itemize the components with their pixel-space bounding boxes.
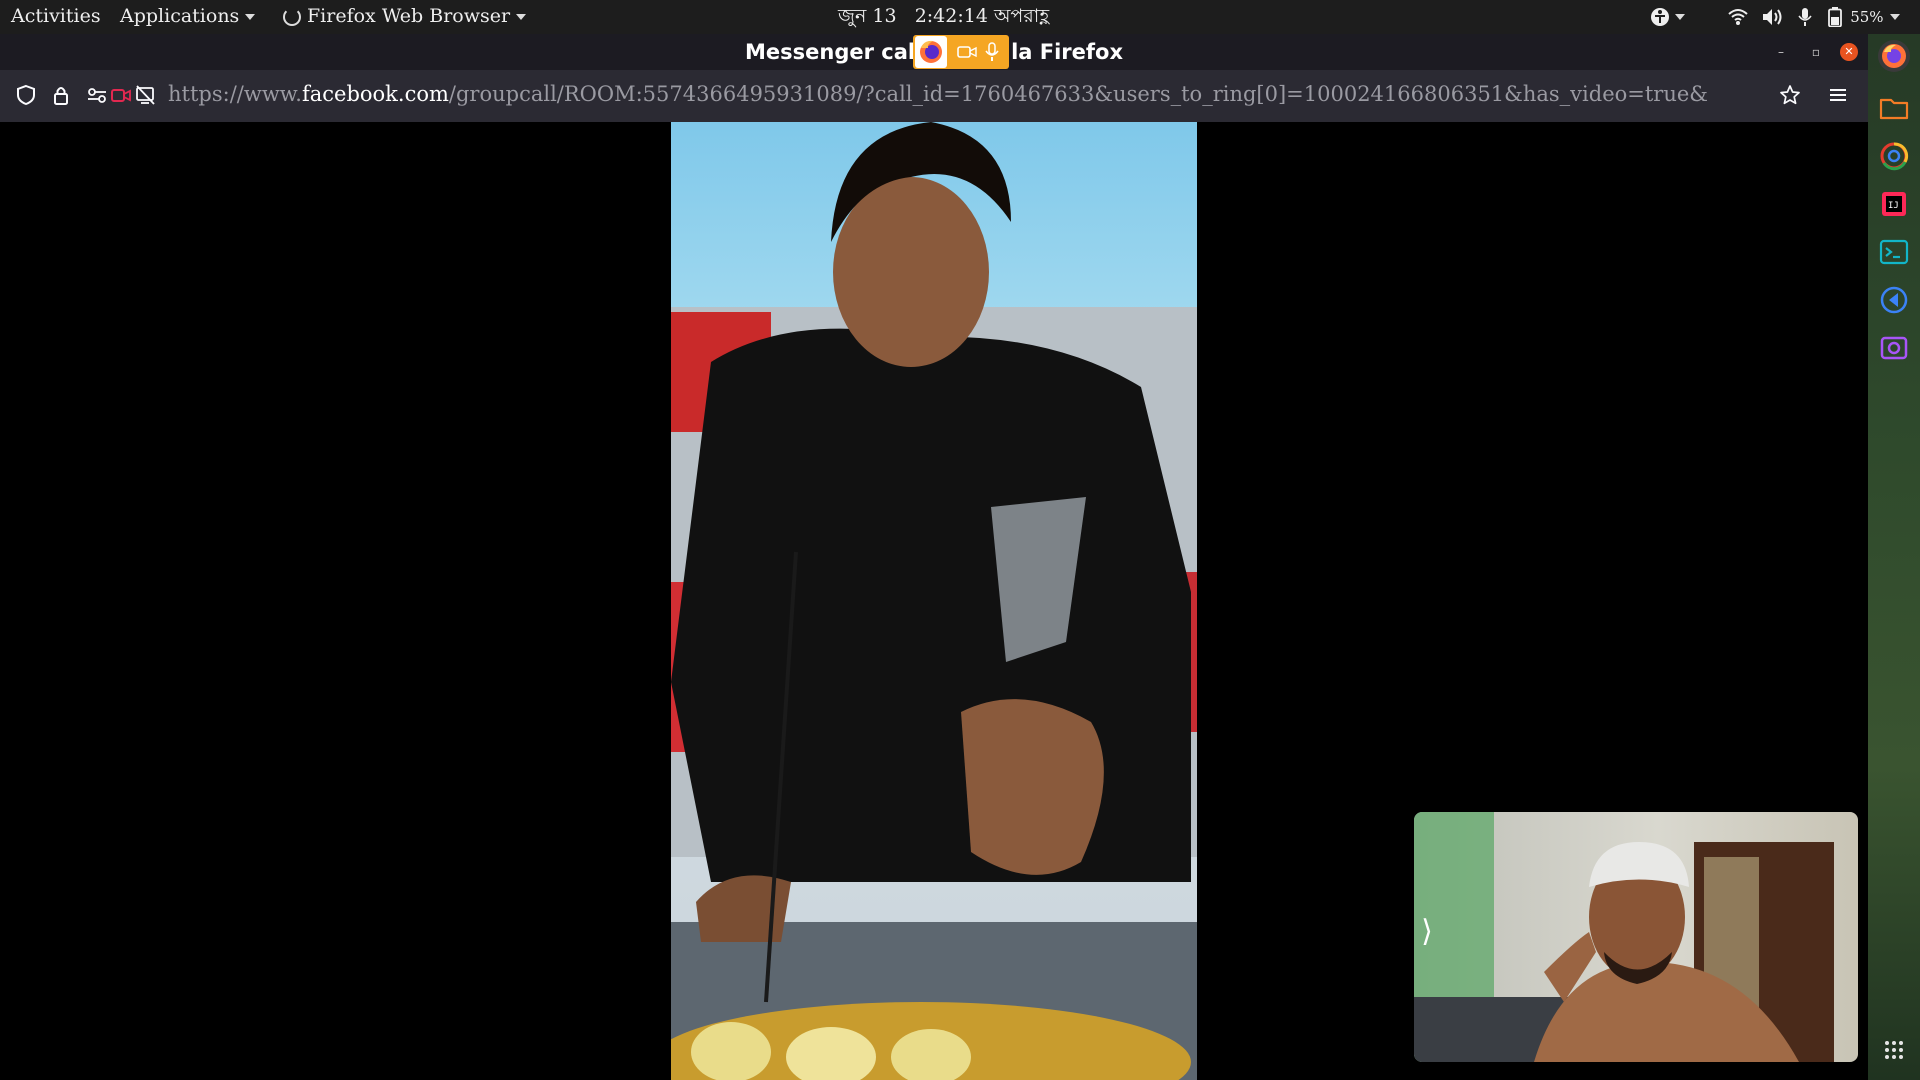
volume-icon (1763, 9, 1782, 25)
window-title-bar: Messenger cal la Firefox – ▫ ✕ (0, 34, 1868, 70)
chevron-down-icon (1675, 14, 1685, 20)
activities-button[interactable]: Activities (11, 0, 101, 34)
camera-in-use-icon[interactable] (110, 84, 132, 106)
call-stage: ⟩ (0, 122, 1868, 1080)
applications-label: Applications (120, 5, 240, 27)
chrome-icon[interactable] (1878, 140, 1910, 172)
chevron-down-icon (1889, 14, 1900, 20)
system-top-bar: Activities Applications Firefox Web Brow… (0, 0, 1920, 34)
maximize-button[interactable]: ▫ (1807, 43, 1825, 61)
accessibility-menu[interactable] (1651, 0, 1685, 34)
minimize-button[interactable]: – (1772, 43, 1790, 61)
firefox-small-icon (283, 8, 301, 26)
app-menu-firefox[interactable]: Firefox Web Browser (283, 0, 527, 34)
svg-text:IJ: IJ (1888, 201, 1899, 211)
remote-video[interactable] (671, 122, 1197, 1080)
tracking-protection-shield-icon[interactable] (15, 84, 37, 106)
hamburger-menu-icon[interactable] (1827, 84, 1849, 106)
clock-date: জুন 13 (838, 5, 897, 27)
firefox-dock-icon[interactable] (1878, 40, 1910, 72)
remote-video-frame (671, 122, 1197, 1080)
chevron-down-icon (245, 14, 256, 20)
microphone-icon (1798, 8, 1812, 26)
url-domain: facebook.com (301, 82, 449, 106)
firefox-logo-icon (915, 36, 947, 68)
application-dock: IJ (1868, 34, 1920, 1080)
url-bar[interactable]: https://www.facebook.com/groupcall/ROOM:… (168, 70, 1768, 122)
camera-sharing-icon[interactable] (957, 44, 977, 60)
self-view-collapse-arrow[interactable]: ⟩ (1418, 912, 1436, 952)
vscode-icon[interactable] (1878, 284, 1910, 316)
microphone-sharing-icon[interactable] (985, 42, 999, 62)
screenshot-tool-icon[interactable] (1878, 332, 1910, 364)
system-status-menu[interactable]: 55% (1728, 0, 1920, 34)
close-button[interactable]: ✕ (1840, 43, 1858, 61)
app-name-label: Firefox Web Browser (307, 5, 511, 27)
intellij-idea-icon[interactable]: IJ (1878, 188, 1910, 220)
battery-percent: 55% (1850, 8, 1884, 26)
self-view-video[interactable]: ⟩ (1414, 812, 1858, 1062)
self-view-frame (1414, 812, 1834, 1062)
files-folder-icon[interactable] (1878, 92, 1910, 124)
wifi-icon (1728, 9, 1748, 25)
window-title-right: la Firefox (1011, 40, 1124, 64)
window-title-left: Messenger cal (744, 40, 916, 64)
screen-share-blocked-icon[interactable] (134, 84, 156, 106)
battery-icon (1828, 7, 1843, 28)
url-prefix: https://www. (168, 82, 302, 106)
clock[interactable]: জুন 13 2:42:14 অপরাহ্ণ (838, 0, 1049, 34)
navigation-bar: https://www.facebook.com/groupcall/ROOM:… (0, 70, 1868, 122)
clock-time: 2:42:14 অপরাহ্ণ (914, 5, 1050, 27)
chevron-down-icon (516, 14, 527, 20)
permissions-icon[interactable] (86, 84, 108, 106)
url-path: /groupcall/ROOM:5574366495931089/?call_i… (448, 82, 1708, 106)
accessibility-icon (1651, 8, 1669, 26)
show-applications-grid-icon[interactable] (1878, 1034, 1910, 1066)
sharing-indicator[interactable] (913, 35, 1009, 69)
applications-menu[interactable]: Applications (120, 0, 256, 34)
bookmark-star-icon[interactable] (1779, 84, 1801, 106)
lock-icon[interactable] (50, 84, 72, 106)
terminal-icon[interactable] (1878, 236, 1910, 268)
